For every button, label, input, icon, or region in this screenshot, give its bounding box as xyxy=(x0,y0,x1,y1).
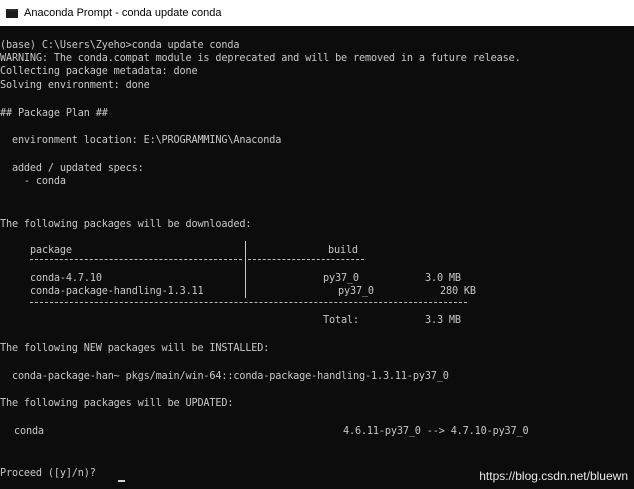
table-cell-package: conda-4.7.10 xyxy=(30,273,102,284)
table-rule xyxy=(30,259,242,260)
environment-location-line: environment location: E:\PROGRAMMING\Ana… xyxy=(0,135,282,146)
solving-line: Solving environment: done xyxy=(0,80,150,91)
proceed-prompt: Proceed ([y]/n)? xyxy=(0,468,102,479)
table-total-value: 3.3 MB xyxy=(425,315,461,326)
downloaded-heading: The following packages will be downloade… xyxy=(0,219,252,230)
terminal-icon xyxy=(6,8,18,18)
window-title: Anaconda Prompt - conda update conda xyxy=(24,7,222,19)
table-rule xyxy=(248,259,364,260)
table-cell-size: 280 KB xyxy=(440,286,476,297)
warning-line: WARNING: The conda.compat module is depr… xyxy=(0,53,521,64)
terminal-output[interactable]: (base) C:\Users\Zyeho>conda update conda… xyxy=(0,26,634,489)
spec-item: - conda xyxy=(0,176,66,187)
added-specs-line: added / updated specs: xyxy=(0,163,144,174)
updated-heading: The following packages will be UPDATED: xyxy=(0,398,234,409)
collecting-line: Collecting package metadata: done xyxy=(0,66,198,77)
table-divider xyxy=(245,241,246,298)
title-bar[interactable]: Anaconda Prompt - conda update conda xyxy=(0,0,634,26)
watermark: https://blog.csdn.net/bluewn xyxy=(479,469,628,483)
updated-package: conda xyxy=(14,426,44,437)
package-plan-heading: ## Package Plan ## xyxy=(0,108,108,119)
table-total-label: Total: xyxy=(323,315,359,326)
console-window: Anaconda Prompt - conda update conda (ba… xyxy=(0,0,634,489)
table-cell-size: 3.0 MB xyxy=(425,273,461,284)
table-header-build: build xyxy=(328,245,358,256)
table-cell-package: conda-package-handling-1.3.11 xyxy=(30,286,204,297)
installed-package-line: conda-package-han~ pkgs/main/win-64::con… xyxy=(0,371,449,382)
table-rule xyxy=(30,302,467,303)
table-cell-build: py37_0 xyxy=(338,286,374,297)
command-line: (base) C:\Users\Zyeho>conda update conda xyxy=(0,40,240,51)
text-cursor[interactable] xyxy=(118,480,125,482)
table-cell-build: py37_0 xyxy=(323,273,359,284)
updated-version-change: 4.6.11-py37_0 --> 4.7.10-py37_0 xyxy=(343,426,529,437)
table-header-package: package xyxy=(30,245,72,256)
installed-heading: The following NEW packages will be INSTA… xyxy=(0,343,270,354)
